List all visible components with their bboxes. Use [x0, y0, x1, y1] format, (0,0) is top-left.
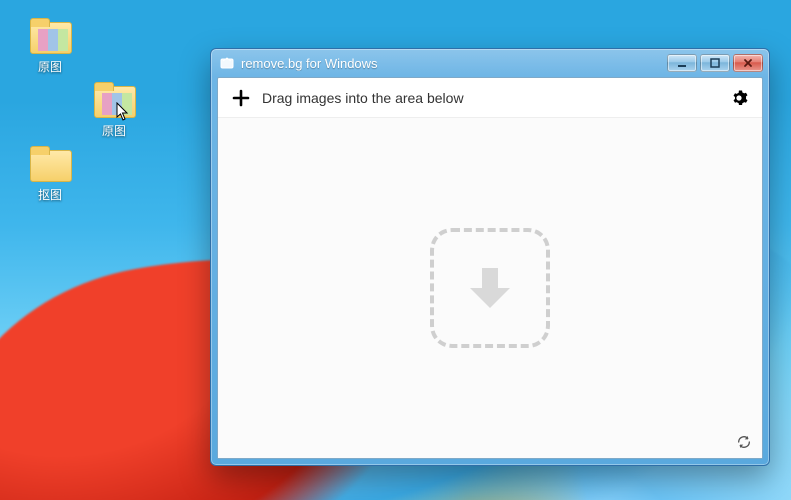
window-client-area: Drag images into the area below — [217, 77, 763, 459]
minimize-button[interactable] — [667, 54, 697, 72]
refresh-button[interactable] — [734, 432, 754, 452]
gear-icon — [730, 89, 748, 107]
add-images-button[interactable] — [230, 87, 252, 109]
app-window: remove.bg for Windows — [210, 48, 770, 466]
arrow-down-icon — [462, 260, 518, 316]
toolbar: Drag images into the area below — [218, 78, 762, 118]
desktop-folder-抠图[interactable]: 抠图 — [24, 146, 76, 203]
refresh-icon — [736, 434, 752, 450]
close-button[interactable] — [733, 54, 763, 72]
titlebar[interactable]: remove.bg for Windows — [211, 49, 769, 77]
toolbar-hint-text: Drag images into the area below — [262, 90, 728, 106]
desktop: 原图 原图 抠图 remove.bg for Windows — [0, 0, 791, 500]
maximize-button[interactable] — [700, 54, 730, 72]
drop-zone[interactable] — [218, 118, 762, 458]
plus-icon — [232, 89, 250, 107]
drop-target-outline — [430, 228, 550, 348]
desktop-icon-label: 抠图 — [24, 186, 76, 203]
desktop-folder-原图-2[interactable]: 原图 — [88, 82, 140, 139]
window-controls — [667, 54, 763, 72]
window-title: remove.bg for Windows — [241, 56, 667, 71]
desktop-icon-label: 原图 — [88, 122, 140, 139]
settings-button[interactable] — [728, 87, 750, 109]
folder-icon — [28, 18, 72, 54]
desktop-folder-原图-1[interactable]: 原图 — [24, 18, 76, 75]
folder-icon — [92, 82, 136, 118]
folder-icon — [28, 146, 72, 182]
desktop-icon-label: 原图 — [24, 58, 76, 75]
app-icon — [219, 55, 235, 71]
